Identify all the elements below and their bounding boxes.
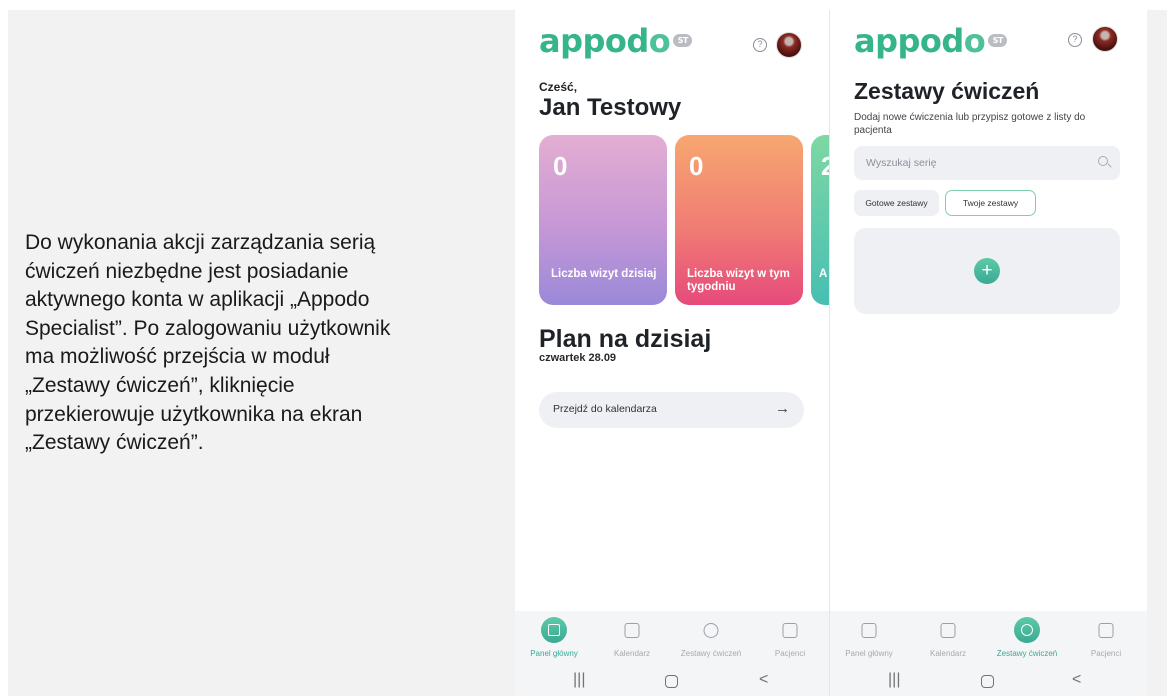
patients-icon (1098, 623, 1114, 638)
plus-icon[interactable]: + (974, 258, 1000, 284)
recents-icon[interactable]: ||| (573, 671, 585, 689)
home-icon (541, 617, 567, 643)
doc-paragraph: Do wykonania akcji zarządzania serią ćwi… (25, 231, 391, 455)
tab-label: Zestawy ćwiczeń (996, 649, 1058, 658)
plan-date: czwartek 28.09 (539, 352, 617, 364)
tab-label: Kalendarz (613, 649, 651, 658)
play-icon (703, 623, 719, 638)
tab-ready-sets[interactable]: Gotowe zestawy (854, 190, 939, 216)
arrow-right-icon: → (775, 400, 790, 417)
stat-value: 2 (821, 151, 829, 181)
help-icon[interactable]: ? (753, 38, 767, 52)
stat-label: Liczba wizyt dzisiaj (551, 268, 657, 280)
stat-value: 0 (689, 151, 704, 181)
search-icon[interactable] (1098, 156, 1108, 166)
system-nav-bar: ||| < (830, 665, 1147, 696)
calendar-icon (624, 623, 640, 638)
st-badge: ST (988, 33, 1008, 47)
bottom-nav: Panel główny Kalendarz Zestawy ćwiczeń P… (830, 611, 1147, 665)
tab-calendar[interactable]: Kalendarz (593, 611, 671, 665)
avatar[interactable] (1092, 26, 1118, 52)
home-circle-icon[interactable] (981, 675, 994, 688)
tab-exercises[interactable]: Zestawy ćwiczeń (672, 611, 750, 665)
tab-home[interactable]: Panel główny (830, 611, 908, 665)
go-to-calendar-button[interactable]: Przejdź do kalendarza → (539, 392, 804, 428)
page-title: Zestawy ćwiczeń (854, 78, 1040, 104)
avatar[interactable] (776, 32, 802, 58)
right-margin (1147, 10, 1167, 696)
phone-home-screen: appodo ST ? Cześć, Jan Testowy 0 Liczba w… (515, 10, 829, 696)
stat-card-partial[interactable]: 2 A t (811, 135, 829, 305)
back-icon[interactable]: < (1072, 671, 1081, 689)
doc-panel: Do wykonania akcji zarządzania serią ćwi… (8, 10, 515, 696)
tab-calendar[interactable]: Kalendarz (909, 611, 987, 665)
recents-icon[interactable]: ||| (888, 671, 900, 689)
tab-your-sets[interactable]: Twoje zestawy (945, 190, 1036, 216)
add-set-card[interactable]: + (854, 228, 1120, 314)
tab-label: Kalendarz (929, 649, 967, 658)
phone-exercises-screen: appodo ST ? Zestawy ćwiczeń Dodaj nowe ćw… (830, 10, 1147, 696)
home-icon (861, 623, 877, 638)
greeting: Cześć, (539, 80, 578, 94)
st-badge: ST (673, 33, 693, 47)
system-nav-bar: ||| < (515, 665, 829, 696)
user-name: Jan Testowy (539, 94, 682, 121)
appodo-logo: appodo ST (854, 25, 1008, 57)
tab-label: Panel główny (530, 649, 578, 658)
page-subtitle: Dodaj nowe ćwiczenia lub przypisz gotowe… (854, 112, 1086, 136)
stat-value: 0 (553, 151, 568, 181)
search-field[interactable] (854, 146, 1120, 180)
stat-card-today[interactable]: 0 Liczba wizyt dzisiaj (539, 135, 667, 305)
search-input[interactable] (854, 146, 1120, 180)
play-icon (1014, 617, 1040, 643)
stat-label: Liczba wizyt w tym tygodniu (687, 268, 790, 293)
plan-title: Plan na dzisiaj (539, 325, 712, 353)
tab-patients[interactable]: Pacjenci (751, 611, 829, 665)
patients-icon (782, 623, 798, 638)
back-icon[interactable]: < (759, 671, 768, 689)
stat-label: A t (819, 268, 829, 280)
tab-label: Pacjenci (774, 649, 806, 658)
stat-card-week[interactable]: 0 Liczba wizyt w tym tygodniu (675, 135, 803, 305)
tab-exercises[interactable]: Zestawy ćwiczeń (988, 611, 1066, 665)
calendar-icon (940, 623, 956, 638)
tab-label: Pacjenci (1090, 649, 1122, 658)
tab-label: Panel główny (845, 649, 893, 658)
tab-home[interactable]: Panel główny (515, 611, 593, 665)
home-circle-icon[interactable] (665, 675, 678, 688)
bottom-nav: Panel główny Kalendarz Zestawy ćwiczeń P… (515, 611, 829, 665)
calendar-button-label: Przejdź do kalendarza (553, 403, 657, 415)
tab-patients[interactable]: Pacjenci (1067, 611, 1145, 665)
appodo-logo: appodo ST (539, 25, 693, 57)
help-icon[interactable]: ? (1068, 33, 1082, 47)
tab-label: Zestawy ćwiczeń (680, 649, 742, 658)
